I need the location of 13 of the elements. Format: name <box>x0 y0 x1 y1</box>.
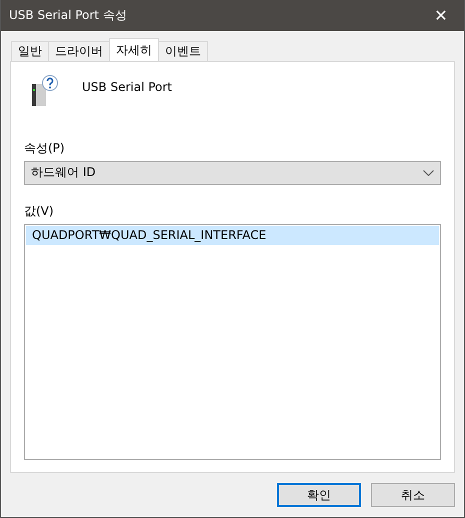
window-title: USB Serial Port 속성 <box>9 7 127 24</box>
value-label: 값(V) <box>24 202 54 220</box>
property-label: 속성(P) <box>24 140 65 157</box>
dialog-button[interactable]: 취소 <box>371 483 455 507</box>
property-dropdown[interactable]: 하드웨어 ID <box>24 161 441 185</box>
tab[interactable]: 자세히 <box>109 38 159 61</box>
value-row[interactable]: QUADPORT₩QUAD_SERIAL_INTERFACE <box>26 226 439 245</box>
chevron-icon <box>423 170 434 176</box>
device-name: USB Serial Port <box>82 80 172 94</box>
tab[interactable]: 일반 <box>11 41 49 61</box>
dialog-button[interactable]: 확인 <box>277 483 361 507</box>
tab[interactable]: 이벤트 <box>158 41 208 61</box>
close-button[interactable]: ✕ <box>418 0 464 31</box>
